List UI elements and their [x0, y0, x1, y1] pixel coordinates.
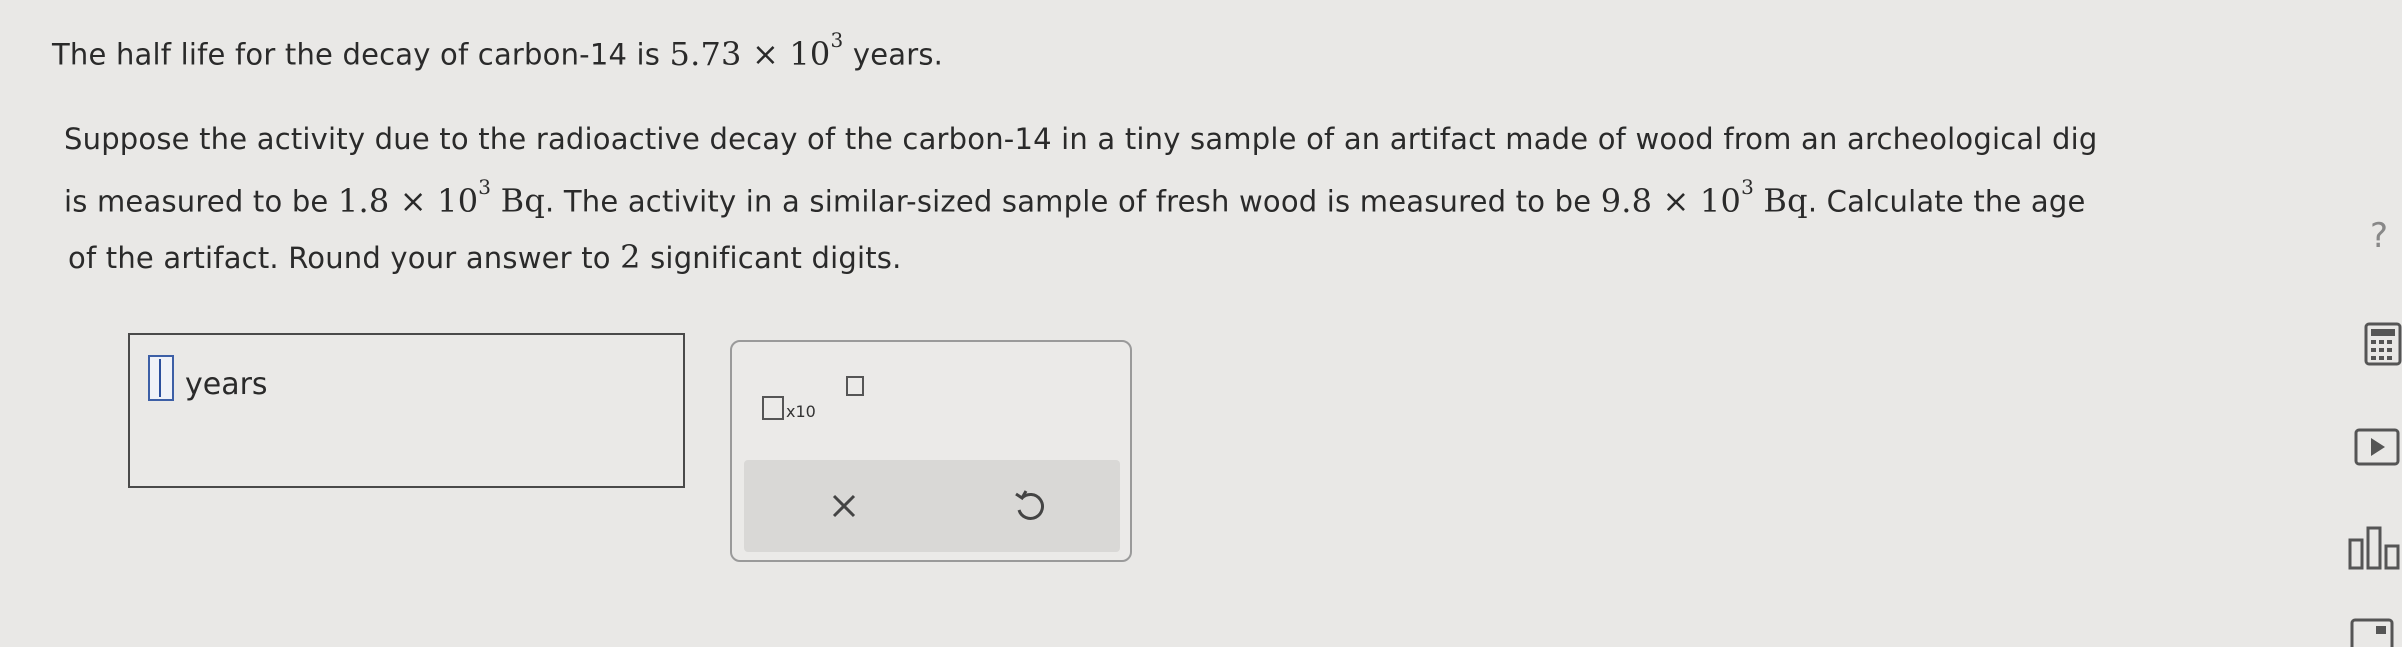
question-text: years.	[852, 37, 944, 72]
undo-icon[interactable]	[1002, 478, 1058, 534]
calculator-icon[interactable]	[2364, 322, 2402, 370]
question-text: of the artifact. Round your answer to	[68, 241, 611, 275]
question-line-3: is measured to be 1.8 × 103 Bq. The acti…	[64, 175, 2086, 220]
action-bar	[744, 460, 1120, 552]
question-text: The half life for the decay of carbon-14…	[52, 37, 661, 72]
unit-text: Bq	[1763, 181, 1808, 220]
scientific-notation-icon[interactable]: x10	[762, 372, 864, 422]
answer-box[interactable]: years	[128, 333, 685, 488]
x10-label: x10	[786, 402, 816, 421]
bar-chart-icon	[2348, 526, 2400, 570]
periodic-table-icon	[2350, 618, 2394, 647]
answer-unit-label: years	[185, 367, 268, 402]
undo-icon	[1015, 490, 1044, 520]
clear-x-icon	[832, 494, 856, 518]
question-text: . Calculate the age	[1807, 184, 2086, 219]
half-life-value: 5.73 × 103	[669, 28, 844, 73]
fresh-activity-value: 9.8 × 103	[1600, 175, 1754, 220]
clear-x-icon[interactable]	[816, 478, 872, 534]
question-text: is measured to be	[64, 184, 329, 219]
unit-text: Bq	[500, 181, 546, 220]
question-text: significant digits.	[650, 241, 902, 275]
video-play-icon[interactable]	[2354, 428, 2400, 470]
bar-chart-icon[interactable]	[2346, 522, 2402, 576]
question-line-4: of the artifact. Round your answer to 2 …	[68, 238, 902, 276]
periodic-table-icon[interactable]	[2350, 618, 2394, 647]
math-tool-panel: x10	[730, 340, 1132, 562]
calculator-icon	[2364, 322, 2402, 366]
mantissa-box-icon	[762, 396, 784, 420]
exponent-box-icon	[846, 376, 864, 396]
answer-input[interactable]	[148, 355, 174, 401]
sig-digits-value: 2	[620, 238, 641, 276]
question-line-1: The half life for the decay of carbon-14…	[52, 28, 944, 73]
help-icon[interactable]: ?	[2364, 216, 2394, 256]
question-line-2: Suppose the activity due to the radioact…	[64, 122, 2098, 156]
artifact-activity-value: 1.8 × 103	[337, 175, 492, 220]
problem-page: The half life for the decay of carbon-14…	[0, 0, 2402, 647]
question-text: . The activity in a similar-sized sample…	[545, 184, 1592, 219]
video-play-icon	[2354, 428, 2400, 466]
